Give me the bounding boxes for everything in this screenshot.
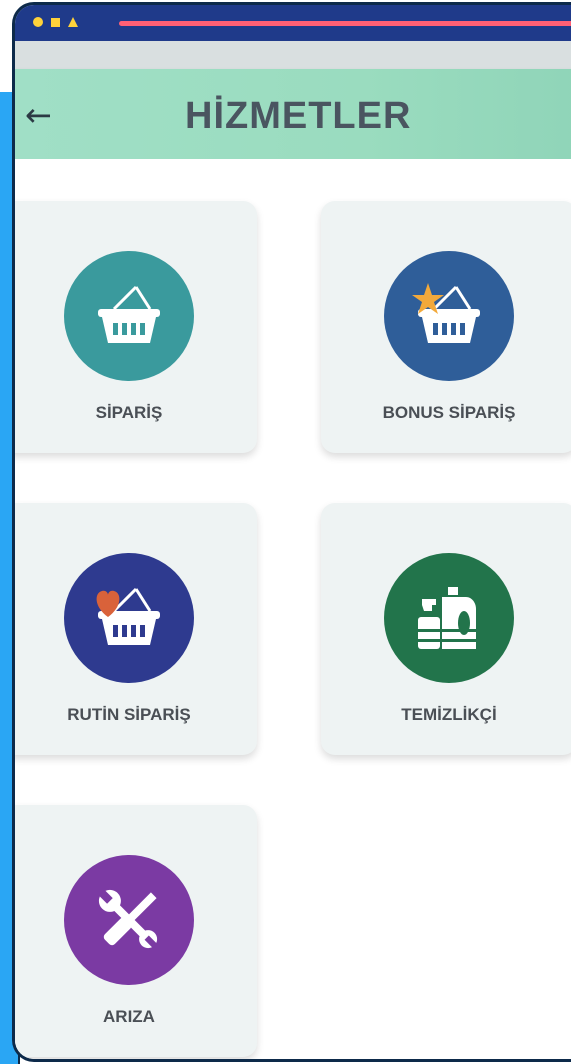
cleaning-supplies-icon bbox=[384, 553, 514, 683]
service-label: ARIZA bbox=[103, 1007, 155, 1026]
square-control-icon[interactable] bbox=[51, 17, 60, 27]
window-titlebar bbox=[15, 5, 571, 44]
status-bar bbox=[15, 41, 571, 69]
basket-star-icon bbox=[384, 251, 514, 381]
service-label: TEMİZLİKÇİ bbox=[401, 705, 497, 724]
window-controls bbox=[33, 17, 78, 27]
tools-icon bbox=[64, 855, 194, 985]
browser-frame: ← HİZMETLER SİPARİŞ BONUS SİPARİŞ RUTİN … bbox=[12, 2, 571, 1062]
basket-icon bbox=[64, 251, 194, 381]
service-card-bonus-siparis[interactable]: BONUS SİPARİŞ bbox=[321, 201, 571, 453]
services-grid: SİPARİŞ BONUS SİPARİŞ RUTİN SİPARİŞ TEMİ… bbox=[15, 159, 571, 1059]
service-card-ariza[interactable]: ARIZA bbox=[15, 805, 257, 1057]
circle-control-icon[interactable] bbox=[33, 17, 43, 27]
basket-heart-icon bbox=[64, 553, 194, 683]
triangle-control-icon[interactable] bbox=[68, 17, 78, 27]
service-card-temizlikci[interactable]: TEMİZLİKÇİ bbox=[321, 503, 571, 755]
arrow-left-icon[interactable]: ← bbox=[25, 99, 52, 131]
service-card-siparis[interactable]: SİPARİŞ bbox=[15, 201, 257, 453]
service-label: RUTİN SİPARİŞ bbox=[67, 705, 191, 724]
page-title: HİZMETLER bbox=[185, 95, 412, 137]
service-card-rutin-siparis[interactable]: RUTİN SİPARİŞ bbox=[15, 503, 257, 755]
service-label: BONUS SİPARİŞ bbox=[382, 403, 516, 422]
address-bar[interactable] bbox=[119, 21, 571, 26]
service-label: SİPARİŞ bbox=[95, 403, 163, 422]
app-header: ← HİZMETLER bbox=[15, 69, 571, 159]
